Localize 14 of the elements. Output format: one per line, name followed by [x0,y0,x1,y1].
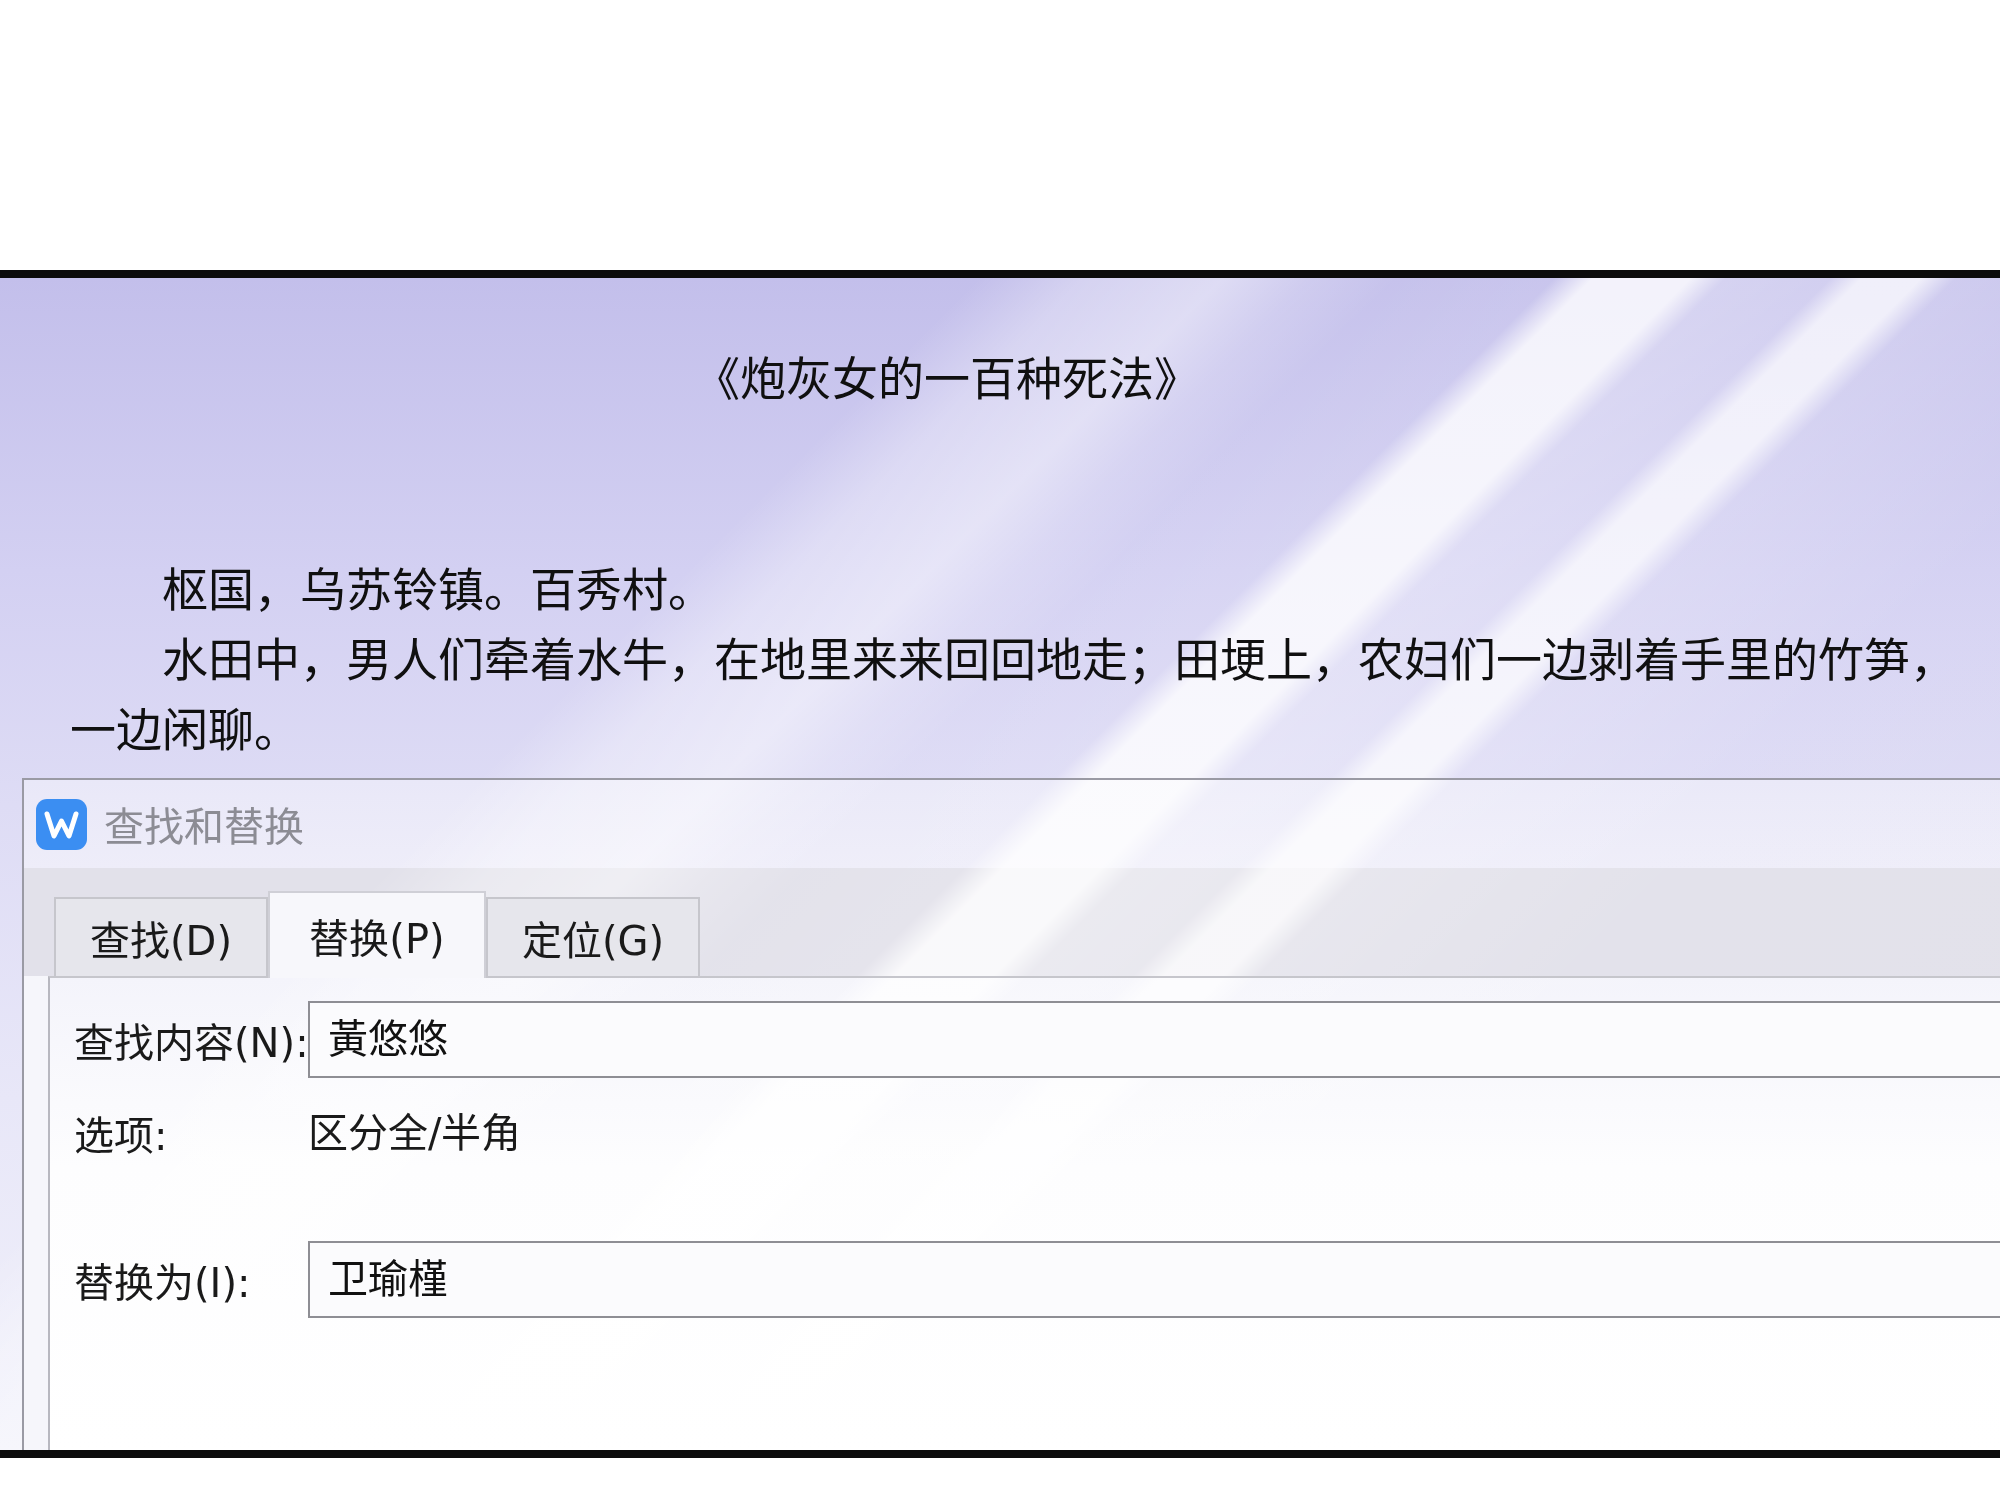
app-icon [36,798,87,850]
field-label: 查找内容(N): [74,1018,309,1068]
tab[interactable]: 替换(P) [268,891,486,978]
document-paragraph: 枢国，乌苏铃镇。百秀村。 [161,562,715,619]
field-label: 替换为(I): [74,1258,251,1308]
dialog-title: 查找和替换 [104,803,304,852]
tab[interactable]: 查找(D) [54,897,268,976]
tab[interactable]: 定位(G) [486,897,700,976]
text-field[interactable]: 卫瑜槿 [308,1241,2000,1318]
document-title: 《炮灰女的一百种死法》 [694,352,1200,407]
field-label: 选项: [74,1112,168,1161]
document-paragraph: 水田中，男人们牵着水牛，在地里来来回回地走；田埂上，农妇们一边剥着手里的竹笋，一边闲聊。 [70,632,1957,759]
text-field[interactable]: 黃悠悠 [308,1001,2000,1078]
option-value: 区分全/半角 [308,1109,522,1158]
